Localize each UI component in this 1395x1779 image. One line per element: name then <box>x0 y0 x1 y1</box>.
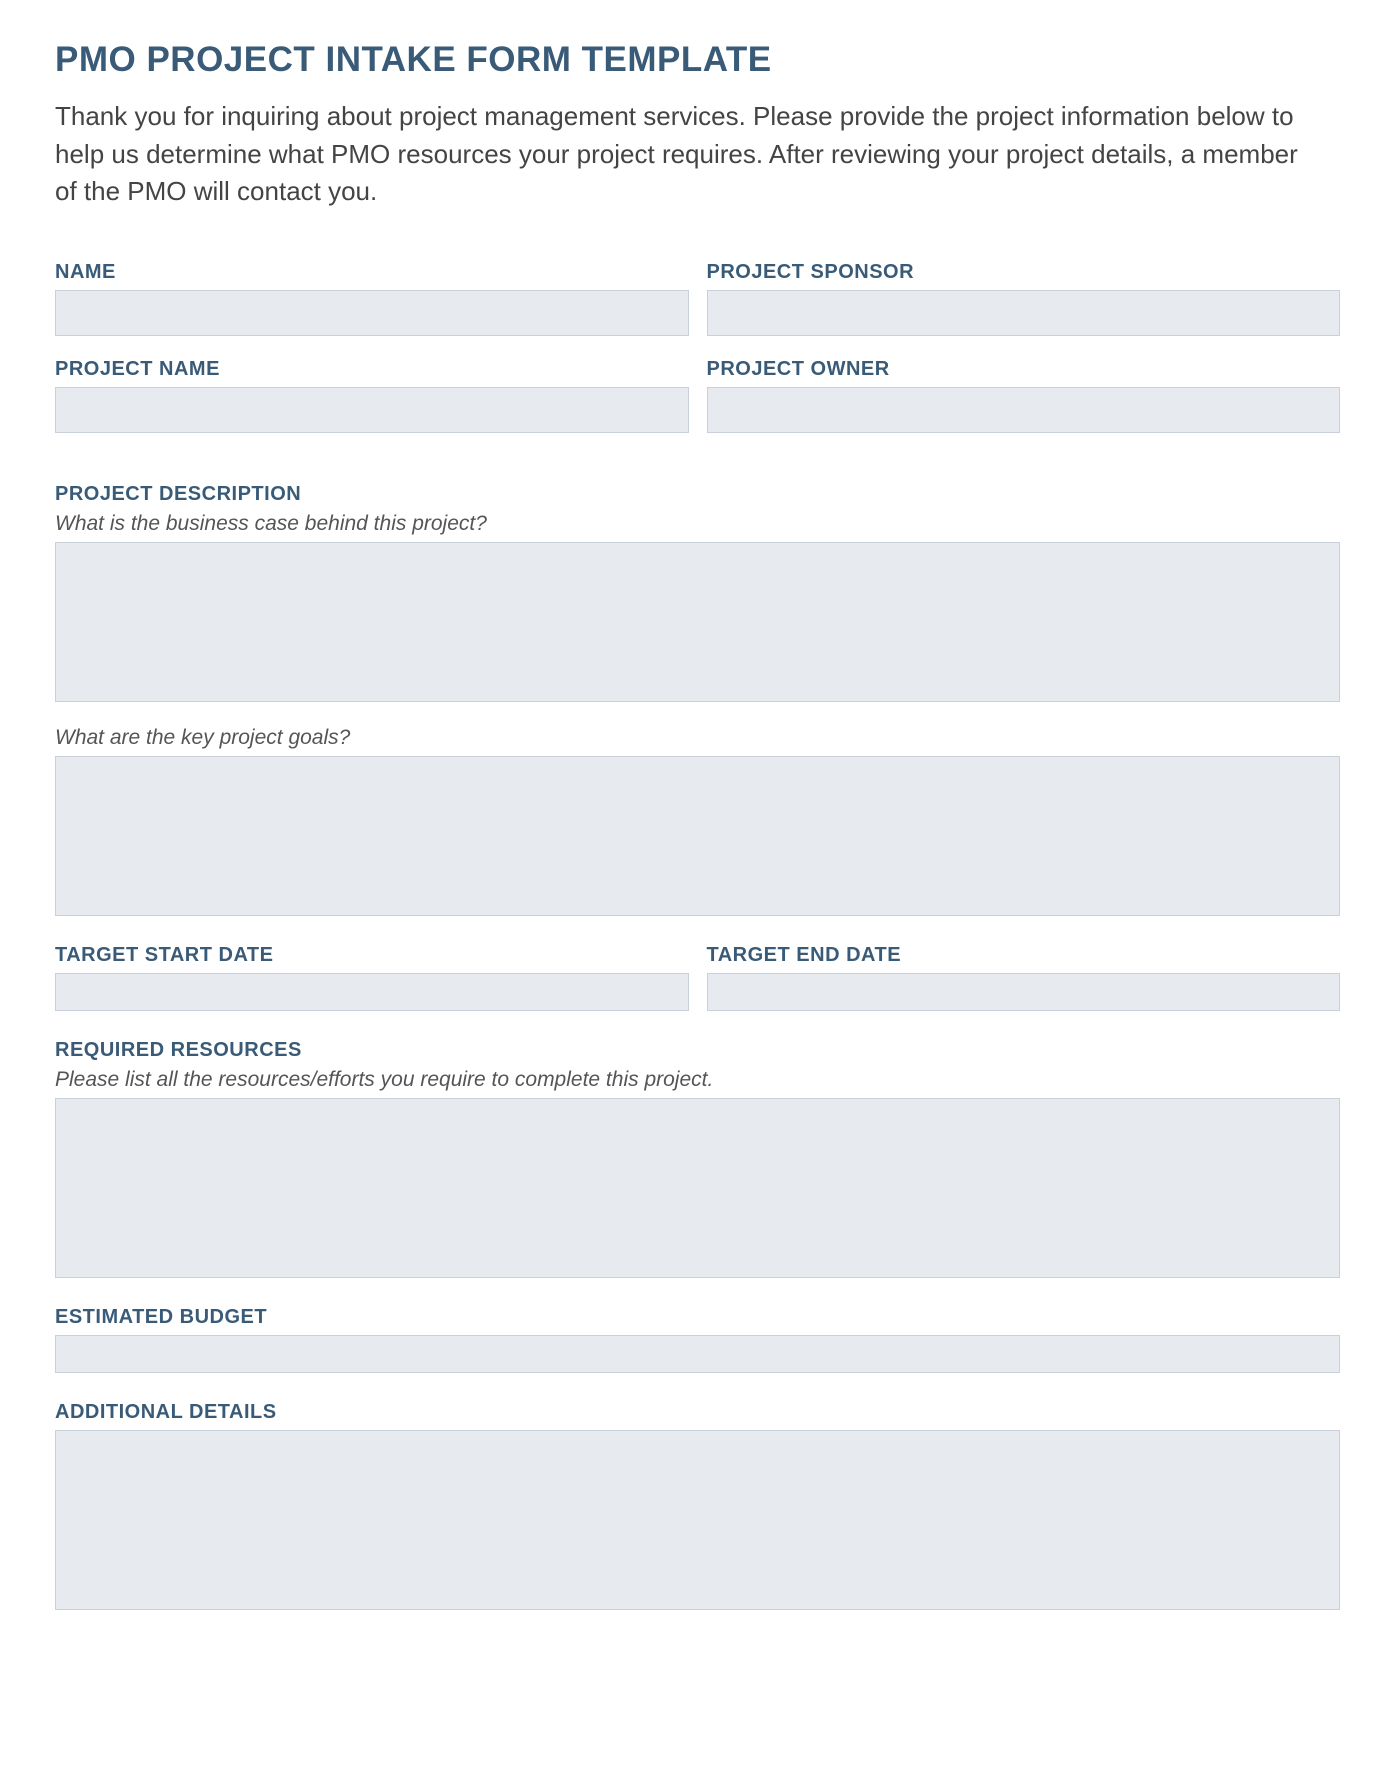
additional-details-label: ADDITIONAL DETAILS <box>55 1401 1340 1424</box>
project-sponsor-input[interactable] <box>707 290 1341 336</box>
project-owner-input[interactable] <box>707 387 1341 433</box>
project-sponsor-label: PROJECT SPONSOR <box>707 261 1341 284</box>
target-end-date-input[interactable] <box>707 973 1341 1011</box>
project-description-label: PROJECT DESCRIPTION <box>55 483 1340 506</box>
name-input[interactable] <box>55 290 689 336</box>
estimated-budget-label: ESTIMATED BUDGET <box>55 1306 1340 1329</box>
additional-details-input[interactable] <box>55 1430 1340 1610</box>
business-case-prompt: What is the business case behind this pr… <box>55 512 1340 536</box>
page-title: PMO PROJECT INTAKE FORM TEMPLATE <box>55 40 1340 80</box>
name-label: NAME <box>55 261 689 284</box>
required-resources-prompt: Please list all the resources/efforts yo… <box>55 1068 1340 1092</box>
target-end-date-label: TARGET END DATE <box>707 944 1341 967</box>
required-resources-label: REQUIRED RESOURCES <box>55 1039 1340 1062</box>
project-name-label: PROJECT NAME <box>55 358 689 381</box>
project-name-input[interactable] <box>55 387 689 433</box>
target-start-date-label: TARGET START DATE <box>55 944 689 967</box>
intro-text: Thank you for inquiring about project ma… <box>55 98 1315 211</box>
business-case-input[interactable] <box>55 542 1340 702</box>
target-start-date-input[interactable] <box>55 973 689 1011</box>
key-goals-input[interactable] <box>55 756 1340 916</box>
project-owner-label: PROJECT OWNER <box>707 358 1341 381</box>
estimated-budget-input[interactable] <box>55 1335 1340 1373</box>
required-resources-input[interactable] <box>55 1098 1340 1278</box>
key-goals-prompt: What are the key project goals? <box>55 726 1340 750</box>
